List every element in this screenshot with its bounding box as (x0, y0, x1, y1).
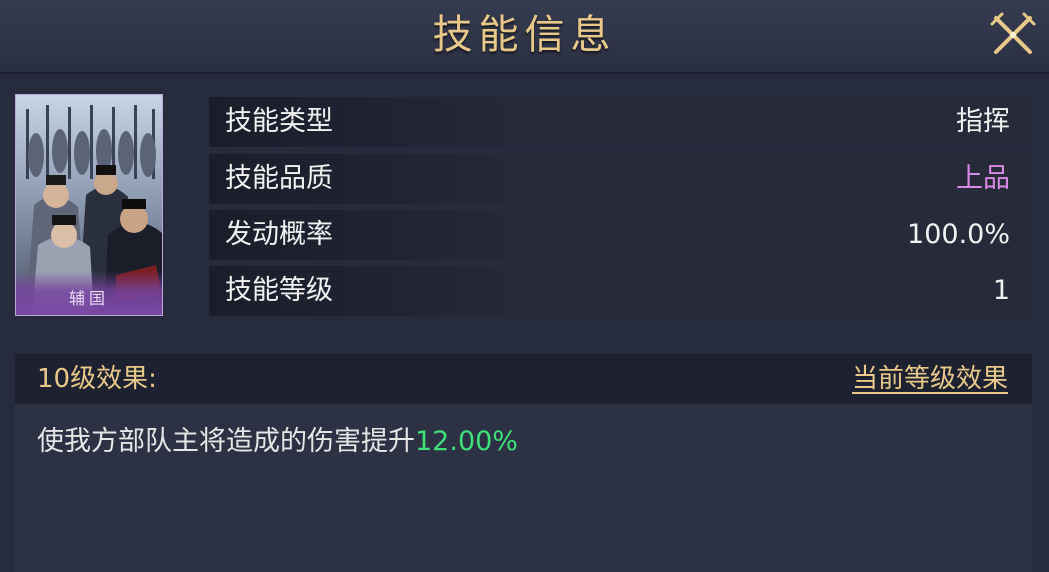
info-label: 技能品质 (225, 163, 333, 194)
info-value-quality: 上品 (956, 163, 1010, 194)
info-row-trigger-rate: 发动概率 100.0% (209, 210, 1032, 260)
panel-header: 技能信息 (0, 0, 1049, 74)
info-label: 发动概率 (225, 219, 333, 250)
skill-card-name: 辅国 (68, 289, 109, 308)
effect-highlight-value: 12.00% (415, 426, 518, 457)
effect-header: 10级效果: 当前等级效果 (15, 354, 1032, 404)
info-value: 指挥 (956, 106, 1010, 137)
info-row-skill-quality: 技能品质 上品 (209, 154, 1032, 204)
close-crossed-swords-icon (990, 12, 1036, 54)
panel-title: 技能信息 (432, 12, 617, 58)
info-label: 技能类型 (225, 106, 333, 137)
skill-card[interactable]: 辅国 (15, 94, 163, 316)
info-row-skill-type: 技能类型 指挥 (209, 97, 1032, 147)
info-value: 1 (992, 275, 1010, 306)
effect-description-text: 使我方部队主将造成的伤害提升 (37, 426, 415, 457)
effect-title: 10级效果: (37, 364, 157, 394)
current-level-effect-link[interactable]: 当前等级效果 (852, 354, 1008, 404)
info-row-skill-level: 技能等级 1 (209, 266, 1032, 316)
skill-info-panel: 技能信息 辅国 技能类型 指挥 技能品质 上品 发动概率 100.0% 技能等级… (0, 0, 1049, 572)
info-label: 技能等级 (225, 275, 333, 306)
effect-body: 使我方部队主将造成的伤害提升12.00% (15, 404, 1032, 572)
effect-description: 使我方部队主将造成的伤害提升12.00% (37, 422, 518, 462)
info-value: 100.0% (907, 219, 1010, 250)
close-button[interactable] (988, 10, 1038, 60)
